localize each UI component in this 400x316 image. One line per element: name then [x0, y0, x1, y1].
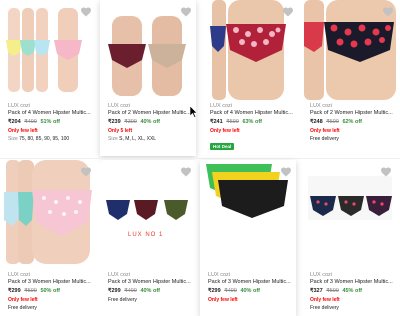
product-grid: LUX cozi Pack of 4 Women Hipster Multic.…: [0, 0, 400, 316]
product-price: ₹299: [8, 288, 21, 294]
product-price: ₹239: [108, 119, 121, 125]
product-mrp: ₹599: [24, 288, 37, 294]
price-row: ₹299 ₹599 50% off: [8, 287, 96, 296]
product-card[interactable]: LUX cozi Pack of 2 Women Hipster Multic.…: [100, 0, 196, 156]
size-values: S, M, L, XL, XXL: [119, 136, 157, 142]
price-row: ₹299 ₹499 40% off: [108, 287, 196, 296]
product-brand: LUX cozi: [108, 103, 131, 109]
product-price: ₹204: [8, 119, 21, 125]
discount-label: 40% off: [140, 288, 160, 294]
discount-label: 40% off: [140, 119, 160, 125]
price-row: ₹248 ₹599 62% off: [310, 118, 398, 127]
product-price: ₹299: [108, 288, 121, 294]
price-row: ₹239 ₹399 40% off: [108, 118, 196, 127]
product-card[interactable]: LUX cozi Pack of 2 Women Hipster Multic.…: [302, 0, 398, 156]
product-card[interactable]: LUX cozi Pack of 3 Women Hipster Multic.…: [200, 160, 296, 316]
product-price: ₹248: [310, 119, 323, 125]
product-title[interactable]: Pack of 2 Women Hipster Multic...: [108, 110, 196, 117]
product-brand: LUX cozi: [8, 272, 31, 278]
product-mrp: ₹499: [24, 119, 37, 125]
stock-status: Only few left: [208, 297, 238, 303]
product-mrp: ₹599: [326, 288, 339, 294]
product-mrp: ₹399: [124, 119, 137, 125]
product-mrp: ₹499: [224, 288, 237, 294]
stock-status: Only few left: [8, 297, 38, 303]
discount-label: 63% off: [242, 119, 262, 125]
size-label: Size: [8, 136, 18, 142]
product-mrp: ₹599: [326, 119, 339, 125]
product-title[interactable]: Pack of 4 Women Hipster Multic...: [8, 110, 96, 117]
delivery-info: Free delivery: [310, 136, 339, 142]
product-price: ₹327: [310, 288, 323, 294]
price-row: ₹241 ₹599 63% off: [210, 118, 298, 127]
product-title[interactable]: Pack of 3 Women Hipster Multic...: [8, 279, 96, 286]
size-list: Size 75, 80, 85, 90, 95, 100: [8, 135, 96, 144]
product-brand: LUX cozi: [210, 103, 233, 109]
product-brand: LUX cozi: [310, 272, 333, 278]
product-mrp: ₹599: [226, 119, 239, 125]
product-title[interactable]: Pack of 4 Women Hipster Multic...: [210, 110, 298, 117]
product-image[interactable]: [102, 6, 194, 96]
row-divider: [0, 158, 400, 159]
product-card[interactable]: LUX cozi Pack of 4 Women Hipster Multic.…: [202, 0, 298, 156]
wishlist-heart-icon[interactable]: [380, 166, 392, 178]
wishlist-heart-icon[interactable]: [282, 6, 294, 18]
discount-label: 50% off: [40, 288, 60, 294]
product-title[interactable]: Pack of 3 Women Hipster Multic...: [108, 279, 196, 286]
stock-status: Only 5 left: [108, 128, 133, 134]
product-card[interactable]: LUX cozi Pack of 3 Women Hipster Multic.…: [302, 160, 398, 316]
delivery-info: Free delivery: [310, 305, 339, 311]
product-mrp: ₹499: [124, 288, 137, 294]
stock-status: Only few left: [310, 128, 340, 134]
wishlist-heart-icon[interactable]: [180, 6, 192, 18]
wishlist-heart-icon[interactable]: [180, 166, 192, 178]
discount-label: 62% off: [342, 119, 362, 125]
wishlist-heart-icon[interactable]: [280, 166, 292, 178]
delivery-info: Free delivery: [108, 297, 137, 303]
price-row: ₹327 ₹599 45% off: [310, 287, 398, 296]
size-label: Size: [108, 136, 118, 142]
wishlist-heart-icon[interactable]: [80, 166, 92, 178]
product-card[interactable]: LUX NO 1 LUX cozi Pack of 3 Women Hipste…: [100, 160, 196, 316]
product-card[interactable]: LUX cozi Pack of 4 Women Hipster Multic.…: [0, 0, 96, 150]
discount-label: 40% off: [240, 288, 260, 294]
discount-label: 51% off: [40, 119, 60, 125]
delivery-info: Free delivery: [8, 305, 37, 311]
wishlist-heart-icon[interactable]: [80, 6, 92, 18]
product-title[interactable]: Pack of 3 Women Hipster Multic...: [310, 279, 398, 286]
product-brand: LUX cozi: [310, 103, 333, 109]
discount-label: 45% off: [342, 288, 362, 294]
size-values: 75, 80, 85, 90, 95, 100: [19, 136, 70, 142]
product-price: ₹299: [208, 288, 221, 294]
wishlist-heart-icon[interactable]: [382, 6, 394, 18]
hot-deal-badge: Hot Deal: [210, 143, 235, 150]
product-brand: LUX cozi: [108, 272, 131, 278]
product-title[interactable]: Pack of 2 Women Hipster Multic...: [310, 110, 398, 117]
stock-status: Only few left: [310, 297, 340, 303]
product-title[interactable]: Pack of 3 Women Hipster Multic...: [208, 279, 296, 286]
image-overlay-text: LUX NO 1: [128, 232, 164, 238]
price-row: ₹299 ₹499 40% off: [208, 287, 296, 296]
product-price: ₹241: [210, 119, 223, 125]
product-card[interactable]: LUX cozi Pack of 3 Women Hipster Multic.…: [0, 160, 96, 316]
stock-status: Only few left: [210, 128, 240, 134]
product-brand: LUX cozi: [8, 103, 31, 109]
stock-status: Only few left: [8, 128, 38, 134]
product-brand: LUX cozi: [208, 272, 231, 278]
size-list: Size S, M, L, XL, XXL: [108, 135, 196, 144]
price-row: ₹204 ₹499 51% off: [8, 118, 96, 127]
mouse-cursor-icon: [189, 105, 198, 118]
